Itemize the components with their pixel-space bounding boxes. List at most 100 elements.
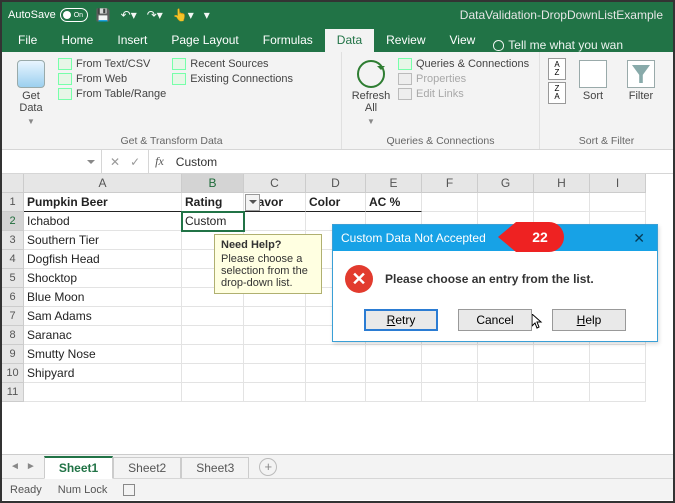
new-sheet-button[interactable]: + [259,458,277,476]
cell[interactable]: Sam Adams [24,307,182,326]
from-text-csv-button[interactable]: From Text/CSV [58,58,166,70]
refresh-all-button[interactable]: Refresh All▼ [350,56,392,128]
row-header[interactable]: 1 [2,193,24,212]
cell[interactable] [534,364,590,383]
cell[interactable]: Smutty Nose [24,345,182,364]
sheet-tab-1[interactable]: Sheet1 [44,456,113,479]
cell[interactable] [534,193,590,212]
cell[interactable] [244,307,306,326]
cell[interactable] [534,383,590,402]
cell[interactable]: Dogfish Head [24,250,182,269]
enter-formula-icon[interactable]: ✓ [130,155,140,169]
tab-data[interactable]: Data [325,29,374,52]
column-header[interactable]: E [366,174,422,193]
cell[interactable]: Rating [182,193,244,212]
cell[interactable] [590,193,646,212]
cell[interactable] [244,326,306,345]
cell-dropdown-button[interactable] [245,194,260,211]
cell[interactable] [244,212,306,231]
cell[interactable] [422,193,478,212]
cell[interactable] [422,345,478,364]
cell[interactable] [590,364,646,383]
sheet-tab-3[interactable]: Sheet3 [181,457,249,478]
cell[interactable] [244,383,306,402]
cell[interactable] [366,383,422,402]
cell[interactable] [366,345,422,364]
cell[interactable] [590,345,646,364]
formula-input[interactable]: Custom [170,150,673,173]
row-header[interactable]: 4 [2,250,24,269]
fx-icon[interactable]: fx [149,150,170,173]
cell[interactable]: Color [306,193,366,212]
cell[interactable] [478,364,534,383]
get-data-button[interactable]: Get Data▼ [10,56,52,128]
retry-button[interactable]: Retry [364,309,438,331]
cancel-formula-icon[interactable]: ✕ [110,155,120,169]
cell[interactable] [590,383,646,402]
cell[interactable] [422,383,478,402]
column-header[interactable]: I [590,174,646,193]
row-header[interactable]: 2 [2,212,24,231]
cell[interactable] [182,307,244,326]
tab-page-layout[interactable]: Page Layout [159,29,250,52]
cell[interactable] [306,383,366,402]
cell[interactable] [244,345,306,364]
recent-sources-button[interactable]: Recent Sources [172,58,293,70]
dialog-close-icon[interactable]: ✕ [629,230,649,247]
name-box[interactable] [2,150,102,173]
column-header[interactable]: D [306,174,366,193]
sort-button[interactable]: Sort [572,56,614,102]
spreadsheet-grid[interactable]: ABCDEFGHI 1234567891011 Pumpkin BeerRati… [2,174,673,454]
row-header[interactable]: 11 [2,383,24,402]
sort-asc-button[interactable]: AZ [548,58,566,80]
tell-me-search[interactable]: Tell me what you wan [493,38,623,52]
row-header[interactable]: 6 [2,288,24,307]
cell[interactable] [244,364,306,383]
cell[interactable]: Ichabod [24,212,182,231]
cell[interactable] [24,383,182,402]
row-header[interactable]: 10 [2,364,24,383]
help-button[interactable]: Help [552,309,626,331]
row-header[interactable]: 5 [2,269,24,288]
redo-icon[interactable]: ↷▾ [147,8,163,22]
queries-connections-button[interactable]: Queries & Connections [398,58,529,70]
existing-connections-button[interactable]: Existing Connections [172,73,293,85]
cell[interactable] [478,193,534,212]
cell[interactable]: Southern Tier [24,231,182,250]
undo-icon[interactable]: ↶▾ [121,8,137,22]
tab-formulas[interactable]: Formulas [251,29,325,52]
cell[interactable]: Shocktop [24,269,182,288]
column-header[interactable]: A [24,174,182,193]
column-header[interactable]: H [534,174,590,193]
cell[interactable] [182,364,244,383]
cell[interactable] [478,345,534,364]
cell[interactable] [306,345,366,364]
cell[interactable]: Blue Moon [24,288,182,307]
cancel-button[interactable]: Cancel [458,309,532,331]
cell[interactable] [182,345,244,364]
cell[interactable] [366,364,422,383]
autosave-toggle[interactable]: On [60,8,88,22]
touch-mode-icon[interactable]: 👆▾ [173,8,194,22]
row-header[interactable]: 8 [2,326,24,345]
tab-home[interactable]: Home [49,29,105,52]
save-icon[interactable]: 💾 [96,8,111,22]
sheet-tab-2[interactable]: Sheet2 [113,457,181,478]
sheet-nav-prev-icon[interactable]: ◄ [10,461,20,472]
tab-view[interactable]: View [438,29,488,52]
column-header[interactable]: G [478,174,534,193]
column-header[interactable]: F [422,174,478,193]
cell[interactable] [306,364,366,383]
column-header[interactable]: B [182,174,244,193]
sort-desc-button[interactable]: ZA [548,82,566,104]
cell[interactable]: Shipyard [24,364,182,383]
row-header[interactable]: 9 [2,345,24,364]
cell[interactable] [422,364,478,383]
cell[interactable]: Custom [182,212,244,231]
cell[interactable]: Pumpkin Beer [24,193,182,212]
from-table-range-button[interactable]: From Table/Range [58,88,166,100]
cell[interactable] [534,345,590,364]
sheet-nav-next-icon[interactable]: ► [26,461,36,472]
cell[interactable] [182,326,244,345]
row-header[interactable]: 3 [2,231,24,250]
